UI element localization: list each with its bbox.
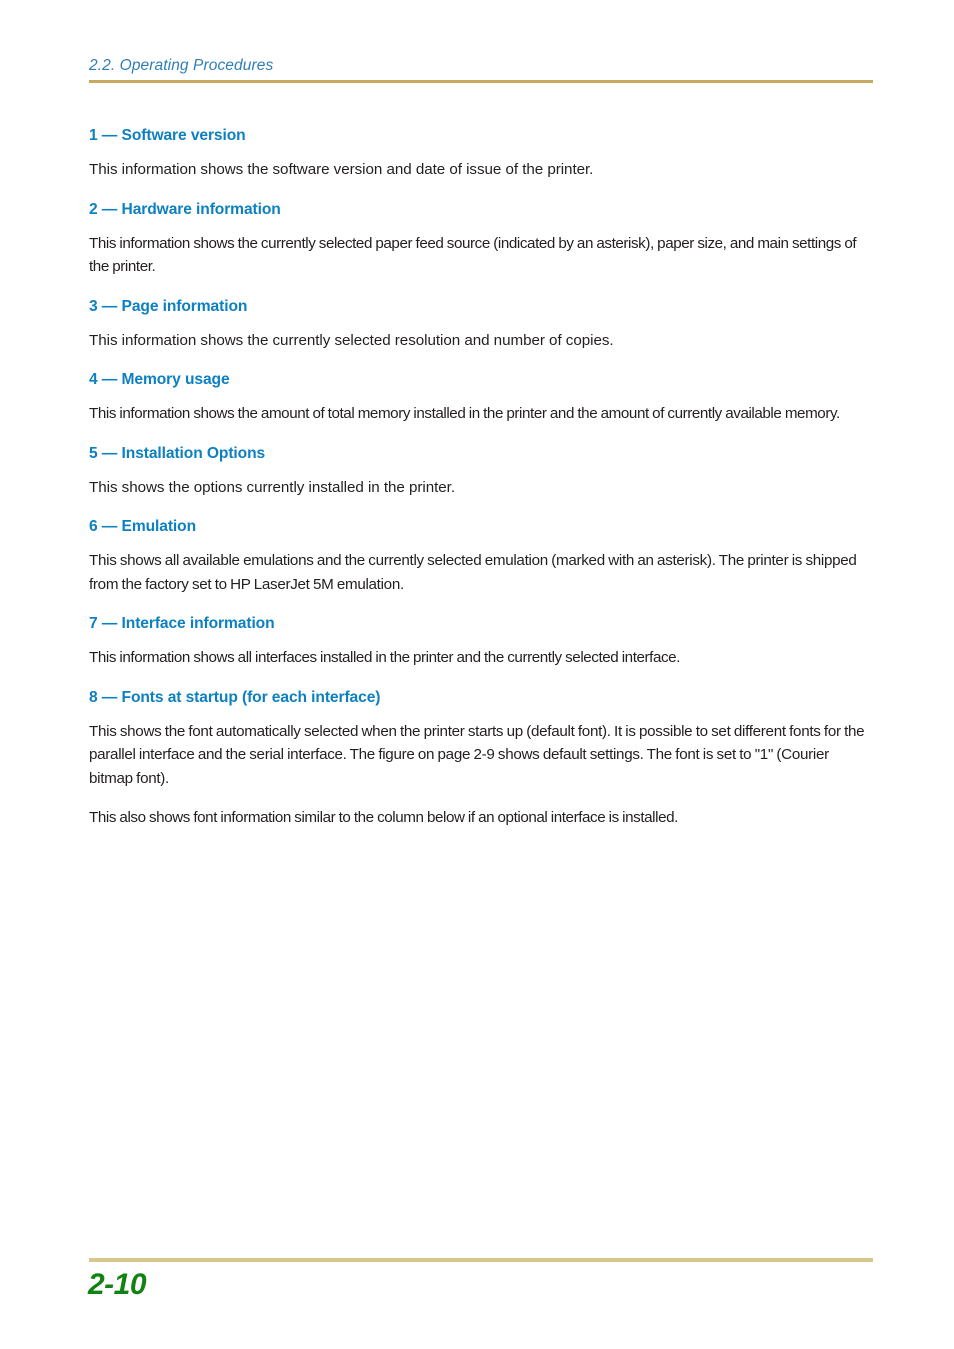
section-paragraph: This information shows the currently sel… xyxy=(89,234,857,276)
section-heading: 6 — Emulation xyxy=(89,518,197,535)
section-heading: 4 — Memory usage xyxy=(89,371,230,388)
section-heading: 7 — Interface information xyxy=(89,615,275,632)
section-heading: 8 — Fonts at startup (for each interface… xyxy=(89,688,381,706)
section-paragraph: This information shows all interfaces in… xyxy=(89,649,680,666)
footer-rule xyxy=(89,1258,873,1262)
section-paragraph: This also shows font information similar… xyxy=(89,809,678,826)
section-page-information: 3 — Page information This information sh… xyxy=(89,297,871,353)
section-paragraph: This information shows the currently sel… xyxy=(89,331,614,349)
section-heading: 3 — Page information xyxy=(89,297,248,315)
section-paragraph: This shows the font automatically select… xyxy=(89,722,865,787)
section-fonts-at-startup: 8 — Fonts at startup (for each interface… xyxy=(89,688,871,830)
section-paragraph: This shows all available emulations and … xyxy=(89,552,857,593)
section-hardware-information: 2 — Hardware information This informatio… xyxy=(89,200,871,279)
section-memory-usage: 4 — Memory usage This information shows … xyxy=(89,370,871,426)
section-installation-options: 5 — Installation Options This shows the … xyxy=(89,444,871,500)
page-number: 2-10 xyxy=(88,1268,147,1301)
section-heading: 5 — Installation Options xyxy=(89,444,266,462)
section-heading: 1 — Software version xyxy=(89,127,246,144)
section-interface-information: 7 — Interface information This informati… xyxy=(89,614,871,670)
content-column: 1 — Software version This information sh… xyxy=(89,126,871,830)
header-rule xyxy=(89,80,873,83)
running-header-text: 2.2. Operating Procedures xyxy=(89,57,274,74)
document-page: 2.2. Operating Procedures 1 — Software v… xyxy=(0,0,954,1349)
section-paragraph: This shows the options currently install… xyxy=(89,478,456,496)
section-heading: 2 — Hardware information xyxy=(89,200,281,218)
section-emulation: 6 — Emulation This shows all available e… xyxy=(89,517,871,596)
running-header: 2.2. Operating Procedures xyxy=(89,56,873,75)
section-paragraph: This information shows the software vers… xyxy=(89,161,594,178)
section-paragraph: This information shows the amount of tot… xyxy=(89,405,840,422)
section-software-version: 1 — Software version This information sh… xyxy=(89,126,871,182)
